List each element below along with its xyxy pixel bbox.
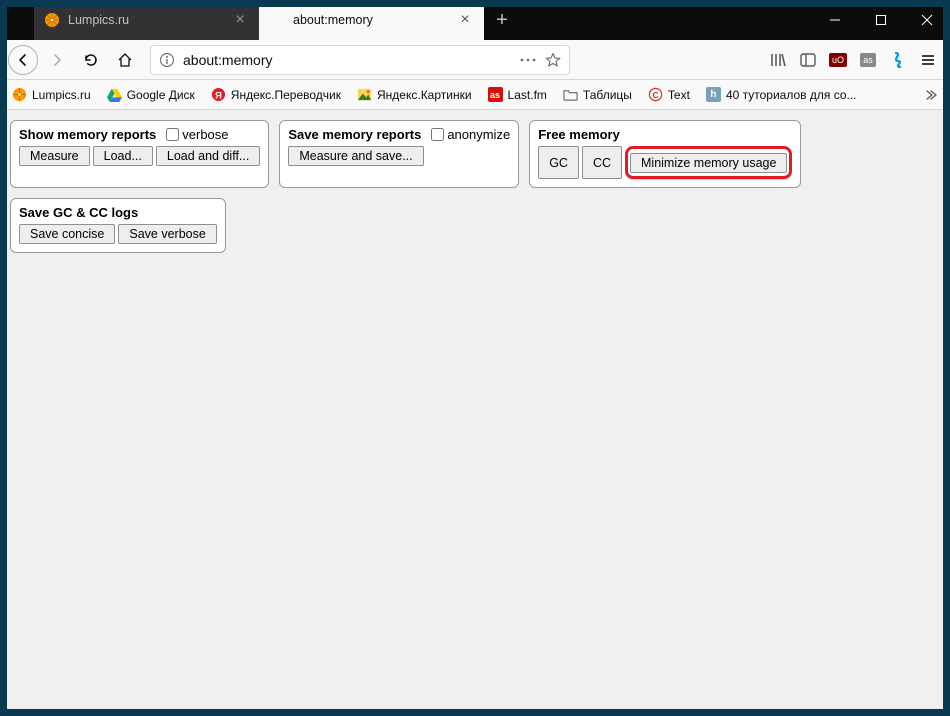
measure-button[interactable]: Measure	[19, 146, 90, 166]
bookmark-label: Яндекс.Картинки	[377, 88, 472, 102]
new-tab-button[interactable]: +	[484, 0, 520, 40]
show-memory-reports-group: Show memory reports verbose Measure Load…	[10, 120, 269, 188]
lastfm-icon: as	[488, 87, 503, 102]
anonymize-checkbox[interactable]	[431, 128, 444, 141]
default-favicon-icon	[269, 12, 285, 28]
bookmark-yandex-translate[interactable]: Я Яндекс.Переводчик	[205, 84, 347, 105]
navbar: uO as	[0, 40, 950, 80]
svg-text:C: C	[652, 90, 658, 100]
sidebar-toggle-icon[interactable]	[794, 46, 822, 74]
tab-title-about-memory: about:memory	[293, 13, 449, 27]
bookmark-google-drive[interactable]: Google Диск	[101, 84, 201, 105]
lastfm-ext-icon[interactable]: as	[854, 46, 882, 74]
tab-lumpics[interactable]: Lumpics.ru ×	[34, 0, 259, 40]
save-verbose-button[interactable]: Save verbose	[118, 224, 216, 244]
lumpics-favicon-icon	[44, 12, 60, 28]
page-action-menu-icon[interactable]	[519, 52, 537, 68]
habr-icon: h	[706, 87, 721, 102]
bookmark-label: Таблицы	[583, 88, 632, 102]
stylus-ext-icon[interactable]	[884, 46, 912, 74]
save-concise-button[interactable]: Save concise	[19, 224, 115, 244]
bookmark-yandex-images[interactable]: Яндекс.Картинки	[351, 84, 478, 105]
save-memory-reports-group: Save memory reports anonymize Measure an…	[279, 120, 519, 188]
bookmark-text[interactable]: C Text	[642, 84, 696, 105]
free-memory-group: Free memory GC CC Minimize memory usage	[529, 120, 801, 188]
minimize-highlight: Minimize memory usage	[625, 146, 792, 179]
bookmarks-overflow-icon[interactable]	[916, 81, 944, 109]
bookmark-label: Яндекс.Переводчик	[231, 88, 341, 102]
identity-info-icon[interactable]	[159, 52, 175, 68]
window-maximize-button[interactable]	[858, 0, 904, 40]
measure-and-save-button[interactable]: Measure and save...	[288, 146, 423, 166]
tab-close-about-memory[interactable]: ×	[457, 12, 473, 28]
bookmark-label: Text	[668, 88, 690, 102]
lumpics-favicon-icon	[12, 87, 27, 102]
verbose-checkbox-label[interactable]: verbose	[166, 127, 228, 142]
window-minimize-button[interactable]	[812, 0, 858, 40]
url-input[interactable]	[183, 52, 511, 68]
bookmark-label: Lumpics.ru	[32, 88, 91, 102]
bookmarks-toolbar: Lumpics.ru Google Диск Я Яндекс.Переводч…	[0, 80, 950, 110]
show-memory-reports-title: Show memory reports	[19, 127, 156, 142]
window-controls	[812, 0, 950, 40]
toolbar-right: uO as	[764, 46, 942, 74]
cc-button[interactable]: CC	[582, 146, 622, 179]
minimize-memory-usage-button[interactable]: Minimize memory usage	[630, 153, 787, 173]
verbose-checkbox[interactable]	[166, 128, 179, 141]
verbose-label-text: verbose	[182, 127, 228, 142]
library-icon[interactable]	[764, 46, 792, 74]
copyright-icon: C	[648, 87, 663, 102]
bookmark-label: Google Диск	[127, 88, 195, 102]
bookmark-tables[interactable]: Таблицы	[557, 84, 638, 105]
forward-button[interactable]	[42, 45, 72, 75]
back-button[interactable]	[8, 45, 38, 75]
home-button[interactable]	[110, 45, 140, 75]
load-and-diff-button[interactable]: Load and diff...	[156, 146, 260, 166]
save-memory-reports-title: Save memory reports	[288, 127, 421, 142]
tab-about-memory[interactable]: about:memory ×	[259, 0, 484, 40]
load-button[interactable]: Load...	[93, 146, 153, 166]
bookmark-label: 40 туториалов для со...	[726, 88, 857, 102]
bookmark-tutorials[interactable]: h 40 туториалов для со...	[700, 84, 863, 105]
star-bookmark-icon[interactable]	[545, 52, 561, 68]
yandex-translate-icon: Я	[211, 87, 226, 102]
tab-title-lumpics: Lumpics.ru	[68, 13, 224, 27]
folder-icon	[563, 87, 578, 102]
tab-close-lumpics[interactable]: ×	[232, 12, 248, 28]
save-gc-cc-logs-title: Save GC & CC logs	[19, 205, 138, 220]
about-memory-page: Show memory reports verbose Measure Load…	[0, 110, 950, 273]
titlebar: Lumpics.ru × about:memory × +	[0, 0, 950, 40]
save-gc-cc-logs-group: Save GC & CC logs Save concise Save verb…	[10, 198, 226, 253]
free-memory-title: Free memory	[538, 127, 620, 142]
anonymize-label-text: anonymize	[447, 127, 510, 142]
anonymize-checkbox-label[interactable]: anonymize	[431, 127, 510, 142]
ublock-icon[interactable]: uO	[824, 46, 852, 74]
app-menu-button[interactable]	[914, 46, 942, 74]
bookmark-lastfm[interactable]: as Last.fm	[482, 84, 553, 105]
reload-button[interactable]	[76, 45, 106, 75]
gc-button[interactable]: GC	[538, 146, 579, 179]
svg-text:Я: Я	[215, 90, 222, 100]
yandex-images-icon	[357, 87, 372, 102]
bookmark-label: Last.fm	[508, 88, 547, 102]
bookmark-lumpics[interactable]: Lumpics.ru	[6, 84, 97, 105]
address-bar[interactable]	[150, 45, 570, 75]
window-close-button[interactable]	[904, 0, 950, 40]
google-drive-icon	[107, 87, 122, 102]
